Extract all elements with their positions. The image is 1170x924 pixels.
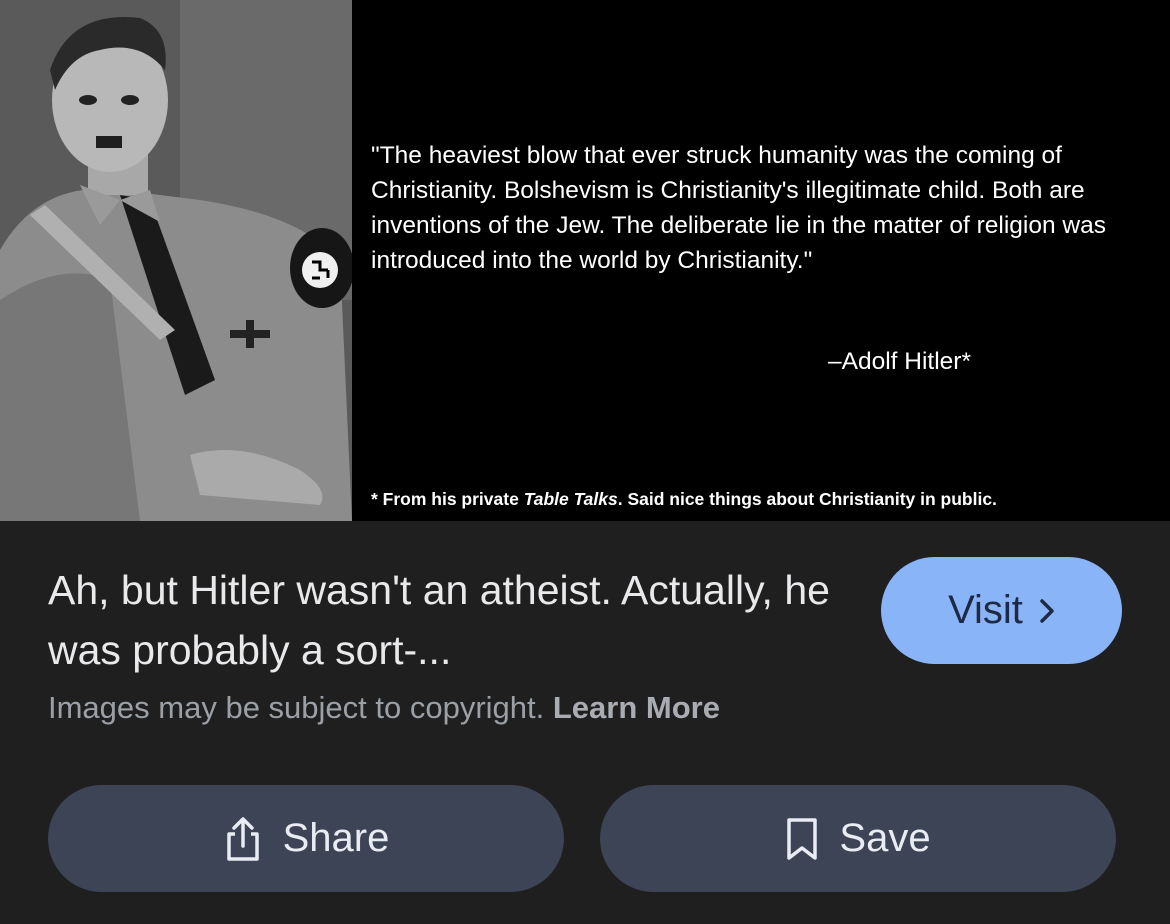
- bookmark-icon: [785, 817, 819, 861]
- chevron-right-icon: [1039, 598, 1055, 624]
- save-button[interactable]: Save: [600, 785, 1116, 892]
- result-title[interactable]: Ah, but Hitler wasn't an atheist. Actual…: [48, 560, 848, 680]
- share-icon: [223, 816, 263, 862]
- learn-more-link[interactable]: Learn More: [553, 690, 720, 725]
- save-label: Save: [839, 816, 931, 860]
- footnote-prefix: * From his private: [371, 489, 524, 509]
- portrait-photo: [0, 0, 352, 521]
- visit-label: Visit: [948, 588, 1023, 632]
- visit-button[interactable]: Visit: [881, 557, 1122, 664]
- share-label: Share: [282, 816, 390, 860]
- footnote-source: Table Talks: [523, 489, 618, 509]
- quote-text: "The heaviest blow that ever struck huma…: [371, 142, 1106, 274]
- copyright-notice: Images may be subject to copyright. Lear…: [48, 690, 720, 726]
- footnote-suffix: . Said nice things about Christianity in…: [617, 489, 997, 509]
- copyright-text: Images may be subject to copyright.: [48, 690, 545, 725]
- quote-footnote: * From his private Table Talks. Said nic…: [371, 489, 997, 510]
- share-button[interactable]: Share: [48, 785, 564, 892]
- quote-attribution: –Adolf Hitler*: [828, 348, 971, 375]
- preview-image[interactable]: "The heaviest blow that ever struck huma…: [0, 0, 1170, 521]
